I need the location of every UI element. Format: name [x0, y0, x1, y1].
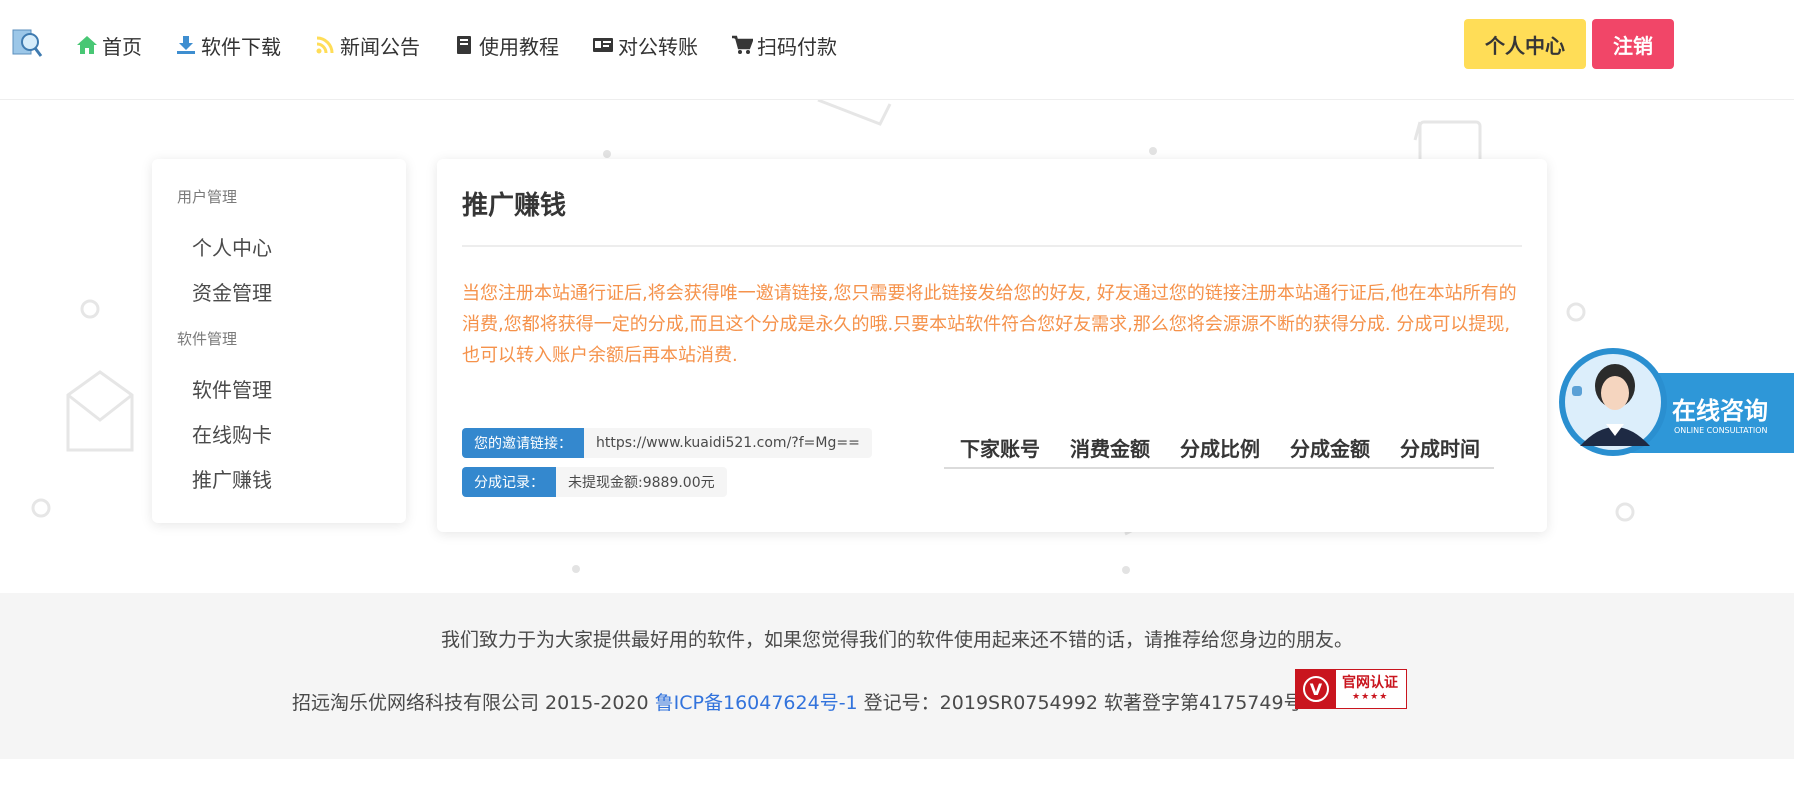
registration-info: 登记号：2019SR0754992 软著登字第4175749号	[857, 692, 1303, 714]
invite-link-label: 您的邀请链接：	[462, 428, 584, 458]
commission-record-value: 未提现金额:9889.00元	[556, 467, 727, 497]
rss-icon	[316, 36, 334, 54]
sidebar-item-buy-card[interactable]: 在线购卡	[192, 419, 272, 448]
id-card-icon	[593, 38, 613, 52]
invite-link-value[interactable]: https://www.kuaidi521.com/?f=Mg==	[584, 428, 872, 458]
sidebar-item-referral[interactable]: 推广赚钱	[192, 464, 272, 493]
company-name: 招远淘乐优网络科技有限公司 2015-2020	[292, 692, 655, 714]
title-divider	[462, 245, 1522, 247]
seal-mark: V	[1303, 676, 1329, 702]
certification-seal-icon: V	[1296, 670, 1336, 708]
nav-item-home[interactable]: 首页	[76, 31, 142, 60]
nav-item-tutorial[interactable]: 使用教程	[453, 31, 559, 60]
top-navbar: 首页 软件下载 新闻公告 使用教程 对公转账 扫码付款 个人中心 注销	[0, 0, 1794, 100]
page-title: 推广赚钱	[462, 191, 567, 221]
cart-icon	[732, 35, 753, 54]
site-footer: 我们致力于为大家提供最好用的软件，如果您觉得我们的软件使用起来还不错的话，请推荐…	[0, 593, 1794, 759]
menu-group-label: 用户管理	[177, 188, 238, 206]
nav-item-download[interactable]: 软件下载	[175, 31, 281, 60]
online-consultation-widget[interactable]: 在线咨询 ONLINE CONSULTATION	[1558, 346, 1794, 456]
sidebar-item-funds[interactable]: 资金管理	[192, 277, 272, 306]
sidebar-item-software[interactable]: 软件管理	[192, 374, 272, 403]
sidebar-item-user-center[interactable]: 个人中心	[192, 232, 272, 261]
nav-label: 软件下载	[201, 34, 281, 59]
nav-label: 首页	[102, 34, 142, 59]
column-header: 消费金额	[1070, 436, 1150, 461]
menu-group-label: 软件管理	[177, 330, 238, 348]
user-center-button[interactable]: 个人中心	[1464, 19, 1586, 69]
column-header: 下家账号	[960, 436, 1040, 461]
footer-copyright: 招远淘乐优网络科技有限公司 2015-2020 鲁ICP备16047624号-1…	[292, 688, 1303, 715]
download-icon	[177, 36, 195, 54]
commission-record-label: 分成记录：	[462, 467, 556, 497]
column-header: 分成金额	[1290, 436, 1370, 461]
referral-description: 当您注册本站通行证后,将会获得唯一邀请链接,您只需要将此链接发给您的好友, 好友…	[462, 283, 1517, 366]
book-icon	[457, 36, 471, 54]
nav-item-news[interactable]: 新闻公告	[314, 31, 420, 60]
main-nav: 首页 软件下载 新闻公告 使用教程 对公转账 扫码付款	[76, 0, 870, 90]
nav-label: 新闻公告	[340, 34, 420, 59]
sidebar-menu: 用户管理 个人中心 资金管理 软件管理 软件管理 在线购卡 推广赚钱	[152, 159, 406, 523]
invite-link-tag: 您的邀请链接： https://www.kuaidi521.com/?f=Mg=…	[462, 428, 872, 458]
consult-subtitle: ONLINE CONSULTATION	[1674, 426, 1768, 435]
nav-label: 对公转账	[618, 34, 698, 59]
badge-stars: ★★★★	[1352, 692, 1389, 702]
footer-slogan: 我们致力于为大家提供最好用的软件，如果您觉得我们的软件使用起来还不错的话，请推荐…	[440, 629, 1353, 651]
logout-button[interactable]: 注销	[1592, 19, 1674, 69]
column-header: 分成比例	[1180, 436, 1260, 461]
badge-label: 官网认证	[1342, 675, 1398, 691]
commission-table: 下家账号 消费金额 分成比例 分成金额 分成时间	[944, 427, 1494, 469]
icp-link[interactable]: 鲁ICP备16047624号-1	[655, 692, 858, 714]
column-header: 分成时间	[1400, 436, 1480, 461]
logo-icon[interactable]	[11, 28, 43, 60]
referral-card: 推广赚钱 当您注册本站通行证后,将会获得唯一邀请链接,您只需要将此链接发给您的好…	[437, 159, 1547, 532]
official-certification-badge[interactable]: V 官网认证 ★★★★	[1295, 669, 1407, 709]
home-icon	[77, 36, 97, 54]
nav-label: 扫码付款	[757, 34, 837, 59]
nav-item-transfer[interactable]: 对公转账	[592, 31, 698, 60]
table-header-row: 下家账号 消费金额 分成比例 分成金额 分成时间	[944, 427, 1494, 469]
commission-record-tag: 分成记录： 未提现金额:9889.00元	[462, 467, 727, 497]
consult-title: 在线咨询	[1672, 397, 1768, 425]
nav-label: 使用教程	[479, 34, 559, 59]
nav-item-scan-pay[interactable]: 扫码付款	[731, 31, 837, 60]
